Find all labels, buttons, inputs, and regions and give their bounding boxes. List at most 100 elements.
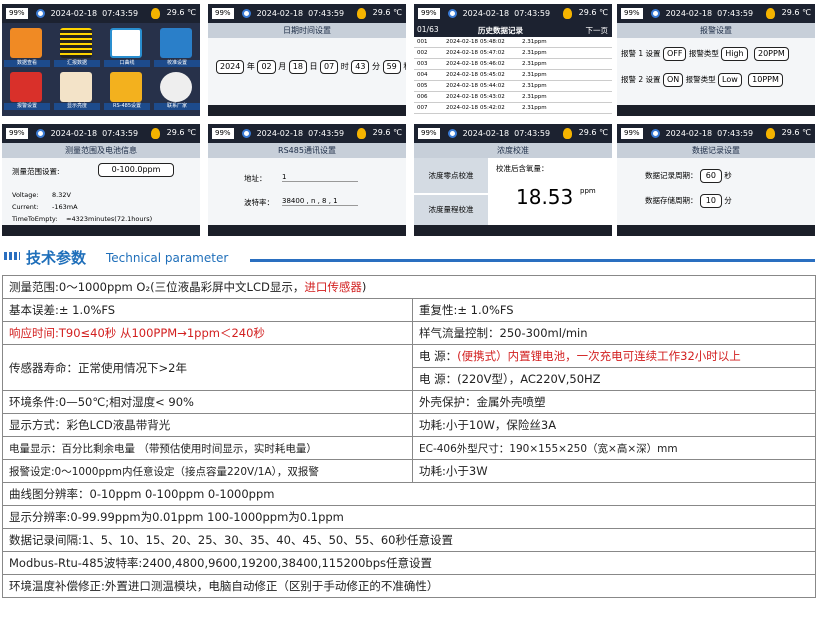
history-row: 006 2024-02-18 05:43:02 2.31ppm [414, 92, 612, 103]
store-period-field[interactable]: 10 [699, 194, 722, 208]
alarm1-row: 报警 1 设置 OFF 报警类型 High 20PPM [621, 47, 789, 61]
history-cell: 05:46:02 [480, 61, 505, 67]
history-cell: 2024-02-18 [446, 50, 478, 56]
history-cell: 2024-02-18 [446, 94, 478, 100]
table-cell: 功耗:小于3W [412, 459, 816, 483]
table-row: 传感器寿命：正常使用情况下>2年 电 源：(便携式）内置锂电池，一次充电可连续工… [2, 344, 816, 391]
second-field[interactable]: 59 [382, 60, 401, 74]
history-cell: 2024-02-18 [446, 61, 478, 67]
screen-history: 99% 2024-02-18 07:43:59 29.6 ℃ 01/63 历史数… [414, 4, 612, 116]
menu-label[interactable]: RS-485设置 [104, 103, 150, 110]
history-row: 003 2024-02-18 05:46:02 2.31ppm [414, 59, 612, 70]
clock-icon [35, 129, 45, 138]
alarm2-value[interactable]: 10PPM [748, 73, 783, 87]
screen-body: RS485通讯设置 地址： 1 波特率： 38400 , n , 8 , 1 [208, 143, 406, 225]
history-row: 002 2024-02-18 05:47:02 2.31ppm [414, 48, 612, 59]
month-field[interactable]: 02 [257, 60, 276, 74]
status-bar: 99% 2024-02-18 07:43:59 29.6 ℃ [2, 4, 200, 23]
voltage-label: Voltage: [12, 191, 39, 199]
menu-label[interactable]: 联系厂家 [154, 103, 200, 110]
menu-label[interactable]: 数据查看 [4, 60, 50, 67]
unit-label: 分 [372, 62, 381, 71]
record-period-field[interactable]: 60 [699, 169, 722, 183]
next-page-button[interactable]: 下一页 [586, 25, 609, 36]
zero-cal-button[interactable]: 浓度零点校准 [414, 158, 488, 194]
history-cell: 05:45:02 [480, 72, 505, 78]
screen-title: 测量范围及电池信息 [2, 143, 200, 158]
table-row: Modbus-Rtu-485波特率:2400,4800,9600,19200,3… [2, 551, 816, 575]
history-cell: 003 [417, 61, 428, 67]
menu-label[interactable]: 校准设置 [154, 60, 200, 67]
datetime: 2024-02-18 07:43:59 [665, 9, 754, 18]
menu-label[interactable]: 显示亮度 [54, 103, 100, 110]
battery-indicator: 99% [6, 128, 28, 139]
history-cell: 05:43:02 [480, 94, 505, 100]
list-icon[interactable] [60, 28, 92, 58]
alarm2-type[interactable]: Low [718, 73, 742, 87]
span-cal-button[interactable]: 浓度量程校准 [414, 195, 488, 225]
bulb-icon [357, 8, 366, 19]
address-field[interactable]: 1 [282, 173, 358, 182]
temperature: 29.6 ℃ [372, 8, 402, 17]
table-cell: 曲线图分辨率：0-10ppm 0-100ppm 0-1000ppm [2, 482, 816, 506]
history-list: 001 2024-02-18 05:48:02 2.31ppm 002 2024-02-1… [414, 37, 612, 116]
table-row: 环境温度补偿修正:外置进口测温模块，电脑自动修正（区别于手动修正的不准确性） [2, 574, 816, 598]
screen-title: 浓度校准 [414, 143, 612, 158]
rs485-icon[interactable] [110, 72, 142, 102]
phone-icon[interactable] [160, 72, 192, 102]
alarm-type-label: 报警类型 [688, 49, 719, 58]
baud-field[interactable]: 38400 , n , 8 , 1 [282, 197, 358, 206]
menu-label[interactable]: 汇报数据 [54, 60, 100, 67]
unit-label: 月 [278, 62, 287, 71]
status-bar: 99% 2024-02-18 07:43:59 29.6 ℃ [208, 124, 406, 143]
clock-icon [650, 129, 660, 138]
table-row: 环境条件:0—50℃;相对湿度< 90% 外壳保护：金属外壳喷塑 [2, 390, 816, 414]
history-cell: 2024-02-18 [446, 105, 478, 111]
temperature: 29.6 ℃ [578, 128, 608, 137]
page-indicator: 01/63 [417, 25, 439, 34]
status-bar: 99% 2024-02-18 07:43:59 29.6 ℃ [414, 4, 612, 23]
chart-icon[interactable] [110, 28, 142, 58]
alarm1-value[interactable]: 20PPM [754, 47, 789, 61]
section-title: 技术参数 [26, 249, 87, 267]
section-subtitle: Technical parameter [106, 251, 229, 265]
store-period-label: 数据存储周期： [645, 196, 698, 205]
voltage-value: 8.32V [52, 191, 71, 199]
temperature: 29.6 ℃ [781, 128, 811, 137]
datetime: 2024-02-18 07:43:59 [50, 9, 139, 18]
minute-field[interactable]: 43 [351, 60, 370, 74]
datetime: 2024-02-18 07:43:59 [462, 129, 551, 138]
year-field[interactable]: 2024 [216, 60, 245, 74]
table-row: 曲线图分辨率：0-10ppm 0-100ppm 0-1000ppm [2, 482, 816, 506]
day-field[interactable]: 18 [288, 60, 307, 74]
menu-label[interactable]: 报警设置 [4, 103, 50, 110]
history-cell: 05:42:02 [480, 105, 505, 111]
clock-icon [447, 129, 457, 138]
display-icon[interactable] [60, 72, 92, 102]
alarm-icon[interactable] [10, 72, 42, 102]
range-field[interactable]: 0-100.0ppm [98, 163, 174, 177]
tte-label: TimeToEmpty: [12, 215, 58, 223]
screen-body: 报警设置 报警 1 设置 OFF 报警类型 High 20PPM 报警 2 设置… [617, 23, 815, 105]
history-cell: 2.31ppm [522, 61, 547, 67]
status-bar: 99% 2024-02-18 07:43:59 29.6 ℃ [617, 4, 815, 23]
alarm1-type[interactable]: High [721, 47, 748, 61]
battery-indicator: 99% [212, 8, 234, 19]
screen-body: 日期时间设置 2024 年 02 月 18 日 07 时 43 分 59 秒 [208, 23, 406, 105]
calibrate-icon[interactable] [160, 28, 192, 58]
book-icon[interactable] [10, 28, 42, 58]
bulb-icon [766, 8, 775, 19]
unit-label: 年 [246, 62, 255, 71]
clock-icon [241, 129, 251, 138]
datetime: 2024-02-18 07:43:59 [256, 129, 345, 138]
screen-rs485: 99% 2024-02-18 07:43:59 29.6 ℃ RS485通讯设置… [208, 124, 406, 236]
table-row: 响应时间:T90≤40秒 从100PPM→1ppm＜240秒 样气流量控制：25… [2, 321, 816, 345]
table-cell: 报警设定:0～1000ppm内任意设定（接点容量220V/1A），双报警 [2, 459, 413, 483]
bulb-icon [563, 8, 572, 19]
alarm2-toggle[interactable]: ON [662, 73, 684, 87]
alarm1-toggle[interactable]: OFF [662, 47, 687, 61]
menu-label[interactable]: 口曲线 [104, 60, 150, 67]
hour-field[interactable]: 07 [320, 60, 339, 74]
screen-body: 测量范围及电池信息 测量范围设置: 0-100.0ppm Voltage: 8.3… [2, 143, 200, 225]
history-row: 001 2024-02-18 05:48:02 2.31ppm [414, 37, 612, 48]
